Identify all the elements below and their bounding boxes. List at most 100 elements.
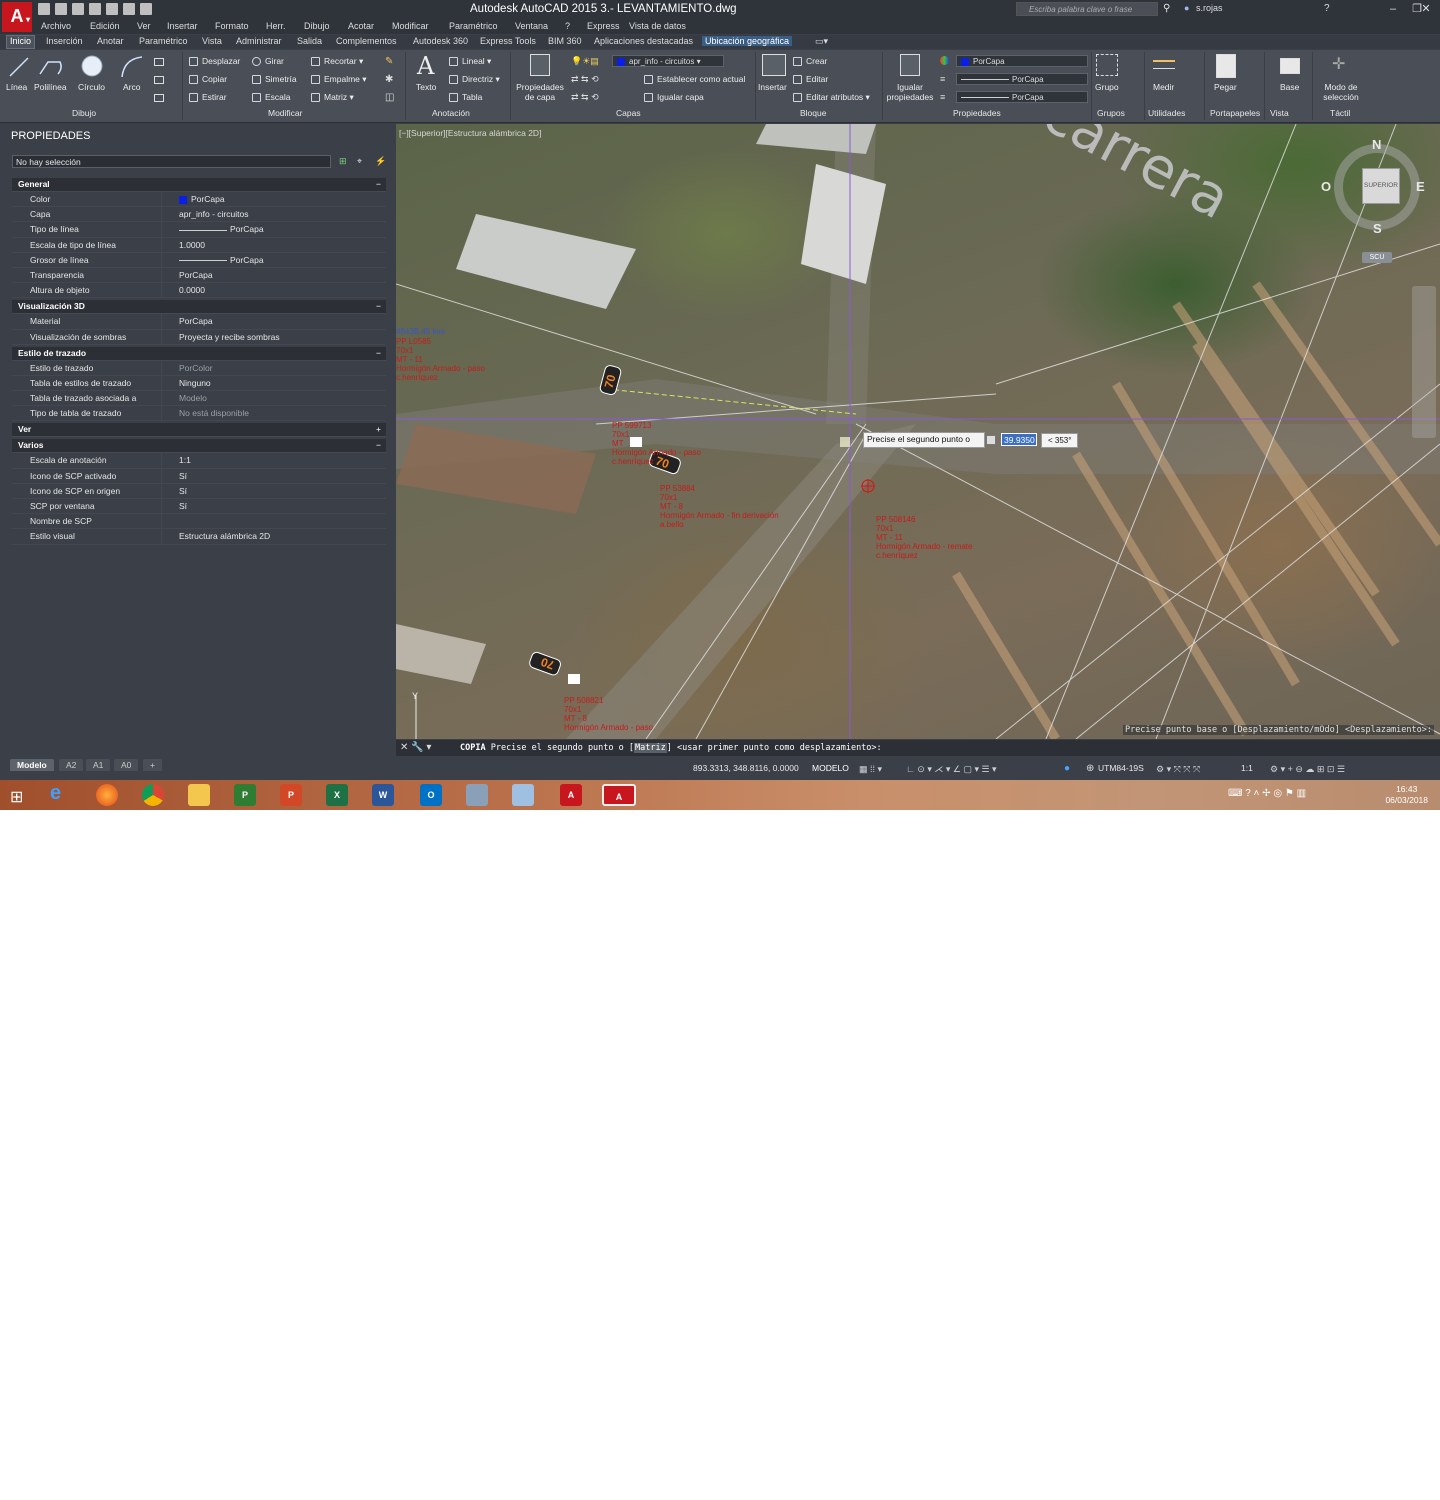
command-prompt[interactable]: COPIA Precise el segundo punto o [Matriz… — [460, 743, 882, 753]
property-value[interactable]: 1:1 — [162, 453, 386, 467]
menu-item[interactable]: Acotar — [348, 21, 374, 31]
autocad-active-icon[interactable]: A — [602, 784, 636, 806]
groups-panel-label[interactable]: Grupos — [1097, 108, 1125, 118]
tab-a1[interactable]: A1 — [86, 759, 111, 771]
drawing-viewport[interactable]: 70 70 70 Y carrera [−][Superior][Estruct… — [396, 124, 1440, 739]
tab-ubicacion-geografica[interactable]: Ubicación geográfica — [702, 36, 793, 46]
property-value[interactable]: PorColor — [162, 361, 386, 375]
circle-button[interactable]: Círculo — [78, 82, 105, 92]
table-button[interactable]: Tabla — [449, 92, 482, 103]
layer-tools-icons-2[interactable]: ⇄ ⇆ ⟲ — [571, 92, 599, 103]
property-row[interactable]: Visualización de sombras Proyecta y recib… — [12, 329, 386, 345]
menu-item[interactable]: Dibujo — [304, 21, 330, 31]
property-value[interactable]: 0.0000 — [162, 283, 386, 297]
tab-express-tools[interactable]: Express Tools — [477, 36, 539, 46]
edge-icon[interactable]: e — [50, 782, 72, 804]
property-value[interactable]: Proyecta y recibe sombras — [162, 330, 386, 344]
windows-start-icon[interactable]: ⊞ — [10, 787, 23, 807]
user-name[interactable]: s.rojas — [1196, 3, 1223, 13]
property-category[interactable]: Visualización 3D − — [12, 300, 386, 315]
tab-administrar[interactable]: Administrar — [233, 36, 285, 46]
tab-vista[interactable]: Vista — [199, 36, 225, 46]
property-row[interactable]: Nombre de SCP — [12, 514, 386, 530]
menu-item[interactable]: Insertar — [167, 21, 198, 31]
property-row[interactable]: Capa apr_info - circuitos — [12, 207, 386, 223]
tab-inicio[interactable]: Inicio — [6, 35, 36, 49]
polyline-button[interactable]: Polilínea — [34, 82, 67, 92]
copy-button[interactable]: Copiar — [189, 74, 227, 85]
powerpoint-icon[interactable]: P — [280, 784, 302, 806]
block-panel-label[interactable]: Bloque — [800, 108, 826, 118]
compass-south[interactable]: S — [1373, 221, 1382, 236]
tab-aplicaciones[interactable]: Aplicaciones destacadas — [591, 36, 696, 46]
undo-icon[interactable] — [123, 3, 135, 15]
hatch-icon[interactable] — [154, 76, 164, 84]
tab-bim-360[interactable]: BIM 360 — [545, 36, 585, 46]
minimize-icon[interactable]: – — [1380, 0, 1406, 18]
tab-anotar[interactable]: Anotar — [94, 36, 127, 46]
arc-button[interactable]: Arco — [123, 82, 140, 92]
layer-tools-icons[interactable]: ⇄ ⇆ ⟲ — [571, 74, 599, 85]
selection-dropdown[interactable]: No hay selección — [12, 155, 331, 168]
coordinate-system[interactable]: UTM84-19S — [1098, 763, 1144, 773]
menu-item[interactable]: Ver — [137, 21, 151, 31]
layer-dropdown[interactable]: apr_info - circuitos ▾ — [612, 55, 724, 67]
word-icon[interactable]: W — [372, 784, 394, 806]
dynamic-input-arrow-icon[interactable] — [986, 435, 996, 445]
property-category[interactable]: Varios − — [12, 439, 386, 454]
property-row[interactable]: Escala de anotación 1:1 — [12, 453, 386, 469]
help-search-input[interactable]: Escriba palabra clave o frase — [1016, 2, 1158, 16]
category-toggle-icon[interactable]: − — [376, 300, 381, 313]
new-layout-tab[interactable]: + — [143, 759, 162, 771]
new-file-icon[interactable] — [38, 3, 50, 15]
properties-panel-label[interactable]: Propiedades — [953, 108, 1001, 118]
compass-north[interactable]: N — [1372, 137, 1381, 152]
measure-icon[interactable] — [1153, 60, 1175, 69]
property-row[interactable]: Estilo de trazado PorColor — [12, 360, 386, 376]
base-button[interactable]: Base — [1280, 82, 1299, 92]
ortho-icon[interactable]: ∟ ⊙ ▾ ⋌ ▾ ∠ ▢ ▾ ☰ ▾ — [906, 764, 997, 775]
menu-item[interactable]: Formato — [215, 21, 249, 31]
ucs-menu-button[interactable]: SCU — [1362, 252, 1392, 263]
property-row[interactable]: Icono de SCP en origen Sí — [12, 483, 386, 499]
application-menu-button[interactable]: A ▾ — [2, 2, 32, 32]
tab-a0[interactable]: A0 — [114, 759, 139, 771]
project-icon[interactable]: P — [234, 784, 256, 806]
property-row[interactable]: Tipo de línea PorCapa — [12, 222, 386, 238]
circle-icon[interactable] — [80, 54, 104, 78]
geolocation-icon[interactable]: ● — [1064, 763, 1070, 774]
linetype-dropdown[interactable]: PorCapa — [956, 91, 1088, 103]
insert-block-icon[interactable] — [762, 54, 786, 76]
measure-button[interactable]: Medir — [1153, 82, 1174, 92]
category-toggle-icon[interactable]: + — [376, 423, 381, 436]
property-value[interactable]: Sí — [162, 484, 386, 498]
rotate-button[interactable]: Girar — [252, 56, 284, 67]
property-value[interactable] — [162, 514, 386, 528]
rectangle-icon[interactable] — [154, 58, 164, 66]
property-category[interactable]: Estilo de trazado − — [12, 346, 386, 361]
annotation-scale[interactable]: 1:1 — [1241, 763, 1253, 773]
category-toggle-icon[interactable]: − — [376, 347, 381, 360]
property-row[interactable]: Escala de tipo de línea 1.0000 — [12, 237, 386, 253]
erase-icon[interactable]: ✎ — [385, 56, 393, 67]
layer-properties-button[interactable]: Propiedades de capa — [515, 82, 565, 102]
selection-mode-button[interactable]: Modo de selección — [1314, 82, 1368, 102]
ribbon-options-icon[interactable]: ▭▾ — [812, 36, 831, 47]
property-value[interactable]: No está disponible — [162, 406, 386, 420]
tab-salida[interactable]: Salida — [294, 36, 325, 46]
text-button[interactable]: Texto — [416, 82, 436, 92]
property-value[interactable]: PorCapa — [162, 268, 386, 282]
stretch-button[interactable]: Estirar — [189, 92, 227, 103]
property-value[interactable]: apr_info - circuitos — [162, 207, 386, 221]
annotation-panel-label[interactable]: Anotación — [432, 108, 470, 118]
file-explorer-icon[interactable] — [188, 784, 210, 806]
viewport-controls-label[interactable]: [−][Superior][Estructura alámbrica 2D] — [399, 128, 541, 138]
edit-attributes-button[interactable]: Editar atributos ▾ — [793, 92, 870, 103]
layers-panel-label[interactable]: Capas — [616, 108, 641, 118]
gis-app-icon[interactable] — [466, 784, 488, 806]
layer-state-icons[interactable]: 💡☀▤ — [571, 56, 599, 67]
tab-parametrico[interactable]: Paramétrico — [136, 36, 191, 46]
property-row[interactable]: Grosor de línea PorCapa — [12, 252, 386, 268]
leader-button[interactable]: Directriz ▾ — [449, 74, 500, 85]
paste-icon[interactable] — [1216, 54, 1236, 78]
